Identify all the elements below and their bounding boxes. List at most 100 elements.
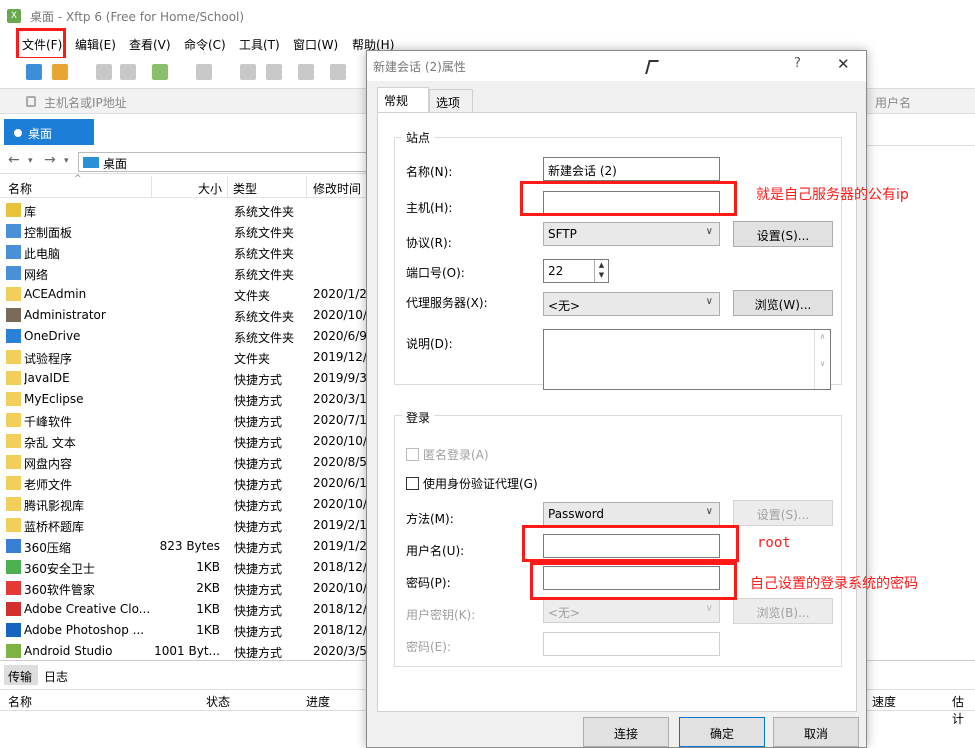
col-type[interactable]: 类型 [233, 180, 257, 197]
remote-pane-divider [866, 145, 975, 146]
file-row[interactable]: OneDrive 系统文件夹 2020/6/9, [0, 326, 370, 347]
file-row[interactable]: 控制面板 系统文件夹 [0, 221, 370, 242]
file-row[interactable]: 网络 系统文件夹 [0, 263, 370, 284]
file-row[interactable]: Adobe Creative Clo... 1KB 快捷方式 2018/12/1 [0, 599, 370, 620]
file-row[interactable]: 腾讯影视库 快捷方式 2020/10/5 [0, 494, 370, 515]
tab-transfer[interactable]: 传输 [4, 665, 38, 685]
file-type: 系统文件夹 [234, 226, 295, 240]
col-name[interactable]: 名称 [8, 180, 32, 197]
auth-agent-checkbox[interactable] [406, 477, 419, 490]
description-scrollbar[interactable]: ∧ ∨ [814, 330, 830, 389]
file-row[interactable]: 试验程序 文件夹 2019/12/1 [0, 347, 370, 368]
auth-method-select[interactable]: Password ∨ [543, 502, 720, 526]
port-stepper[interactable]: ▲ ▼ [594, 260, 608, 282]
proxy-select[interactable]: <无> ∨ [543, 292, 720, 316]
menu-command[interactable]: 命令(C) [184, 36, 226, 53]
host-input[interactable] [543, 191, 720, 215]
file-row[interactable]: 网盘内容 快捷方式 2020/8/5, [0, 452, 370, 473]
dialog-title: 新建会话 (2)属性 [373, 60, 466, 74]
file-name: MyEclipse [24, 392, 84, 406]
sync-icon[interactable] [298, 64, 314, 80]
file-row[interactable]: ACEAdmin 文件夹 2020/1/2, [0, 284, 370, 305]
tab-log[interactable]: 日志 [44, 668, 68, 685]
passphrase-input[interactable] [543, 632, 720, 656]
file-name: 杂乱 文本 [24, 436, 76, 450]
file-row[interactable]: 库 系统文件夹 [0, 200, 370, 221]
session-name-input[interactable]: 新建会话 (2) [543, 157, 720, 181]
forward-arrow-icon[interactable]: → [44, 152, 56, 168]
menu-file[interactable]: 文件(F) [22, 36, 62, 53]
tab-desktop-label: 桌面 [28, 127, 53, 141]
cancel-button[interactable]: 取消 [773, 717, 859, 747]
file-row[interactable]: MyEclipse 快捷方式 2020/3/11 [0, 389, 370, 410]
file-icon [6, 623, 21, 637]
user-key-select[interactable]: <无> ∨ [543, 599, 720, 623]
file-type: 系统文件夹 [234, 268, 295, 282]
col-size[interactable]: 大小 [198, 180, 222, 197]
connect-icon[interactable] [96, 64, 112, 80]
help-icon[interactable]: ? [794, 56, 801, 71]
menu-edit[interactable]: 编辑(E) [75, 36, 116, 53]
username-input[interactable] [543, 534, 720, 558]
file-row[interactable]: 杂乱 文本 快捷方式 2020/10/2 [0, 431, 370, 452]
auth-method-value: Password [548, 507, 605, 521]
file-type: 快捷方式 [234, 625, 283, 639]
file-icon [6, 266, 21, 280]
transfer-col-status[interactable]: 状态 [206, 693, 230, 710]
tab-options[interactable]: 选项 [429, 89, 473, 113]
file-icon [6, 539, 21, 553]
copy-icon[interactable] [240, 64, 256, 80]
transfer-col-estimate[interactable]: 估计 [952, 693, 975, 727]
protocol-select[interactable]: SFTP ∨ [543, 222, 720, 246]
col-modified[interactable]: 修改时间 [313, 180, 361, 197]
menu-window[interactable]: 窗口(W) [293, 36, 338, 53]
tab-desktop[interactable]: 桌面 [4, 119, 94, 145]
path-input[interactable]: 桌面 [78, 152, 378, 172]
open-folder-icon[interactable] [52, 64, 68, 80]
file-row[interactable]: Administrator 系统文件夹 2020/10/1 [0, 305, 370, 326]
file-row[interactable]: 360安全卫士 1KB 快捷方式 2018/12/1 [0, 557, 370, 578]
description-textarea[interactable]: ∧ ∨ [543, 329, 831, 390]
protocol-settings-button[interactable]: 设置(S)... [733, 221, 833, 247]
file-row[interactable]: JavaIDE 快捷方式 2019/9/3, [0, 368, 370, 389]
paste-icon[interactable] [266, 64, 282, 80]
file-row[interactable]: 此电脑 系统文件夹 [0, 242, 370, 263]
properties-icon[interactable] [330, 64, 346, 80]
file-row[interactable]: 360软件管家 2KB 快捷方式 2020/10/2 [0, 578, 370, 599]
forward-dropdown-icon[interactable]: ▾ [64, 156, 69, 166]
anonymous-checkbox[interactable] [406, 448, 419, 461]
file-row[interactable]: 老师文件 快捷方式 2020/6/10 [0, 473, 370, 494]
tab-general[interactable]: 常规 [377, 87, 429, 113]
new-session-icon[interactable] [26, 64, 42, 80]
menu-view[interactable]: 查看(V) [129, 36, 171, 53]
path-bar: ← ▾ → ▾ 桌面 [0, 150, 378, 174]
file-row[interactable]: 蓝桥杯题库 快捷方式 2019/2/18 [0, 515, 370, 536]
file-row[interactable]: Adobe Photoshop ... 1KB 快捷方式 2018/12/2 [0, 620, 370, 641]
close-icon[interactable]: ✕ [837, 55, 850, 73]
port-input[interactable]: 22 ▲ ▼ [543, 259, 609, 283]
back-dropdown-icon[interactable]: ▾ [28, 156, 33, 166]
back-arrow-icon[interactable]: ← [8, 152, 20, 168]
file-date: 2020/6/9, [313, 329, 370, 343]
file-name: Administrator [24, 308, 106, 322]
transfer-col-name[interactable]: 名称 [8, 693, 32, 710]
file-row[interactable]: 360压缩 823 Bytes 快捷方式 2019/1/2, [0, 536, 370, 557]
password-input[interactable] [543, 566, 720, 590]
file-row[interactable]: Android Studio 1001 Byt... 快捷方式 2020/3/5, [0, 641, 370, 658]
method-settings-button[interactable]: 设置(S)... [733, 500, 833, 526]
terminal-icon[interactable] [196, 64, 212, 80]
ok-button[interactable]: 确定 [679, 717, 765, 747]
file-row[interactable]: 千峰软件 快捷方式 2020/7/13 [0, 410, 370, 431]
proxy-browse-button[interactable]: 浏览(W)... [733, 290, 833, 316]
menu-tools[interactable]: 工具(T) [239, 36, 280, 53]
settings-icon[interactable] [152, 64, 168, 80]
disconnect-icon[interactable] [120, 64, 136, 80]
file-name: Android Studio [24, 644, 113, 658]
transfer-col-progress[interactable]: 进度 [306, 693, 330, 710]
file-name: 腾讯影视库 [24, 499, 85, 513]
connect-button[interactable]: 连接 [583, 717, 669, 747]
file-type: 快捷方式 [234, 499, 283, 513]
user-key-browse-button[interactable]: 浏览(B)... [733, 598, 833, 624]
chevron-down-icon: ∨ [705, 296, 713, 307]
transfer-col-speed[interactable]: 速度 [872, 693, 896, 710]
